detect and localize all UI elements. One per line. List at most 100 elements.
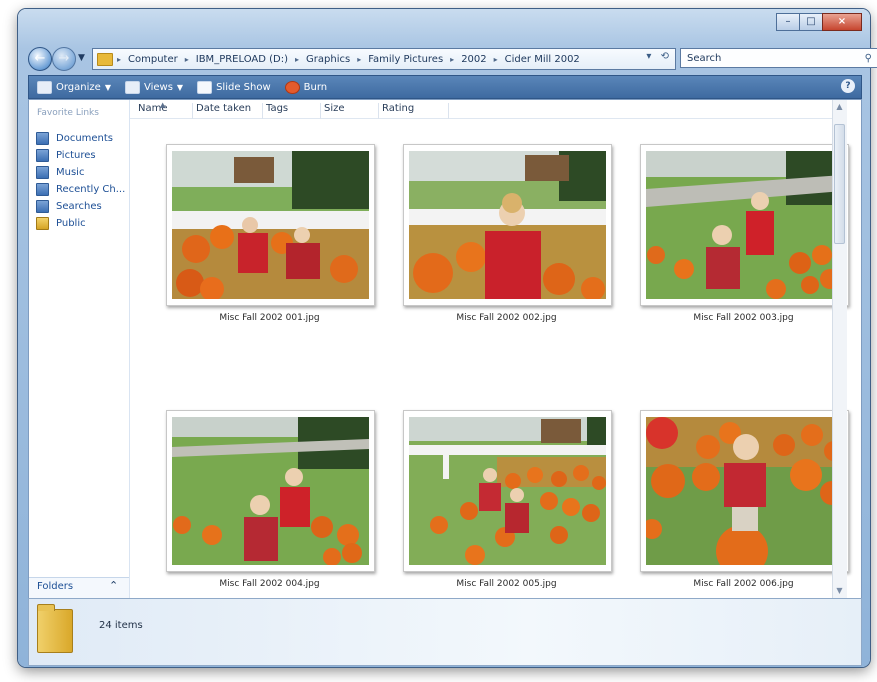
nav-item-label: Searches: [56, 201, 102, 212]
views-label: Views: [143, 81, 173, 93]
nav-item-public[interactable]: Public: [36, 217, 86, 230]
chevron-down-icon: ▼: [104, 82, 111, 92]
chevron-right-icon[interactable]: ▸: [117, 55, 121, 64]
close-button[interactable]: ×: [822, 13, 862, 31]
nav-item-music[interactable]: Music: [36, 166, 84, 179]
explorer-window: – □ × ← → ▼ ▸ Computer ▸ IBM_PRELOAD (D:…: [18, 9, 877, 667]
item-count: 24 items: [99, 620, 143, 631]
file-name[interactable]: Misc Fall 2002 003.jpg: [640, 313, 847, 323]
vertical-scrollbar[interactable]: ▲ ▼: [832, 100, 847, 598]
chevron-right-icon[interactable]: ▸: [357, 55, 361, 64]
breadcrumb-cider-mill[interactable]: Cider Mill 2002: [505, 54, 580, 65]
slideshow-icon: [197, 80, 213, 94]
address-bar[interactable]: ▸ Computer ▸ IBM_PRELOAD (D:) ▸ Graphics…: [92, 48, 676, 70]
scroll-down-icon[interactable]: ▼: [835, 587, 844, 595]
photo-thumbnail-image: [646, 417, 843, 565]
column-header: Name ▲ Date taken Tags Size Rating: [130, 100, 847, 119]
folders-toggle[interactable]: Folders ⌃: [29, 577, 129, 598]
chevron-right-icon[interactable]: ▸: [450, 55, 454, 64]
refresh-icon[interactable]: ⟲: [661, 51, 669, 62]
file-name[interactable]: Misc Fall 2002 006.jpg: [640, 579, 847, 589]
public-folder-icon: [36, 217, 49, 230]
command-toolbar: Organize ▼ Views ▼ Slide Show Burn ?: [28, 75, 862, 99]
nav-item-documents[interactable]: Documents: [36, 132, 113, 145]
minimize-button[interactable]: –: [776, 13, 800, 31]
scrollbar-thumb[interactable]: [834, 124, 845, 244]
file-name[interactable]: Misc Fall 2002 001.jpg: [166, 313, 373, 323]
navigation-pane: Favorite Links Documents Pictures Music …: [29, 100, 130, 598]
file-thumbnail[interactable]: [166, 144, 375, 306]
nav-item-label: Music: [56, 167, 85, 178]
nav-item-label: Documents: [56, 133, 114, 144]
column-date-taken-label: Date taken: [196, 103, 252, 114]
file-thumbnail[interactable]: [640, 144, 849, 306]
forward-arrow-icon: →: [58, 51, 70, 66]
searches-icon: [36, 200, 49, 213]
photo-thumbnail-image: [409, 417, 606, 565]
caption-buttons: – □ ×: [776, 13, 862, 31]
views-icon: [124, 80, 140, 94]
screen: – □ × ← → ▼ ▸ Computer ▸ IBM_PRELOAD (D:…: [0, 0, 877, 682]
folder-icon: [97, 52, 113, 66]
folders-label: Folders: [37, 581, 74, 592]
nav-item-searches[interactable]: Searches: [36, 200, 102, 213]
column-name[interactable]: Name ▲: [134, 101, 193, 119]
chevron-right-icon[interactable]: ▸: [295, 55, 299, 64]
chevron-right-icon[interactable]: ▸: [185, 55, 189, 64]
file-name[interactable]: Misc Fall 2002 002.jpg: [403, 313, 610, 323]
column-tags-label: Tags: [266, 103, 289, 114]
breadcrumb-2002[interactable]: 2002: [461, 54, 486, 65]
forward-button[interactable]: →: [52, 47, 76, 71]
back-arrow-icon: ←: [34, 51, 46, 66]
nav-item-label: Pictures: [56, 150, 96, 161]
address-tools: ▾ ⟲: [646, 51, 669, 62]
search-input[interactable]: Search ⚲: [680, 48, 877, 68]
scroll-up-icon[interactable]: ▲: [835, 103, 844, 111]
column-date-taken[interactable]: Date taken: [192, 103, 263, 119]
column-tags[interactable]: Tags: [262, 103, 321, 119]
chevron-right-icon[interactable]: ▸: [494, 55, 498, 64]
sort-ascending-icon: ▲: [160, 101, 166, 109]
address-dropdown-icon[interactable]: ▾: [646, 51, 651, 62]
column-size[interactable]: Size: [320, 103, 379, 119]
help-icon[interactable]: ?: [841, 79, 855, 93]
search-placeholder: Search: [687, 53, 722, 64]
search-icon[interactable]: ⚲: [865, 49, 872, 69]
breadcrumb-drive[interactable]: IBM_PRELOAD (D:): [196, 54, 288, 65]
file-name[interactable]: Misc Fall 2002 004.jpg: [166, 579, 373, 589]
folder-icon: [37, 604, 73, 653]
title-bar: – □ ×: [18, 9, 870, 45]
music-icon: [36, 166, 49, 179]
file-name[interactable]: Misc Fall 2002 005.jpg: [403, 579, 610, 589]
file-thumbnail[interactable]: [640, 410, 849, 572]
breadcrumb-computer[interactable]: Computer: [128, 54, 178, 65]
burn-disc-icon: [284, 80, 300, 94]
photo-thumbnail-image: [172, 151, 369, 299]
back-button[interactable]: ←: [28, 47, 52, 71]
breadcrumb-family-pictures[interactable]: Family Pictures: [368, 54, 443, 65]
maximize-button[interactable]: □: [799, 13, 823, 31]
slideshow-button[interactable]: Slide Show: [197, 80, 271, 94]
nav-item-pictures[interactable]: Pictures: [36, 149, 96, 162]
nav-item-label: Public: [56, 218, 86, 229]
views-button[interactable]: Views ▼: [124, 80, 184, 94]
recent-icon: [36, 183, 49, 196]
organize-button[interactable]: Organize ▼: [37, 80, 111, 94]
file-view: Name ▲ Date taken Tags Size Rating Misc …: [130, 100, 849, 598]
column-rating-label: Rating: [382, 103, 415, 114]
burn-button[interactable]: Burn: [284, 80, 327, 94]
file-thumbnail[interactable]: [403, 144, 612, 306]
file-thumbnail[interactable]: [403, 410, 612, 572]
file-thumbnail[interactable]: [166, 410, 375, 572]
column-rating[interactable]: Rating: [378, 103, 449, 119]
nav-item-recently-changed[interactable]: Recently Ch...: [36, 183, 125, 196]
organize-icon: [37, 80, 52, 94]
breadcrumb-graphics[interactable]: Graphics: [306, 54, 350, 65]
chevron-down-icon: ▼: [176, 82, 184, 92]
photo-thumbnail-image: [172, 417, 369, 565]
organize-label: Organize: [56, 81, 101, 93]
column-size-label: Size: [324, 103, 345, 114]
recent-pages-dropdown[interactable]: ▼: [78, 53, 85, 63]
favorite-links-heading: Favorite Links: [37, 108, 99, 118]
nav-item-label: Recently Ch...: [56, 184, 126, 195]
